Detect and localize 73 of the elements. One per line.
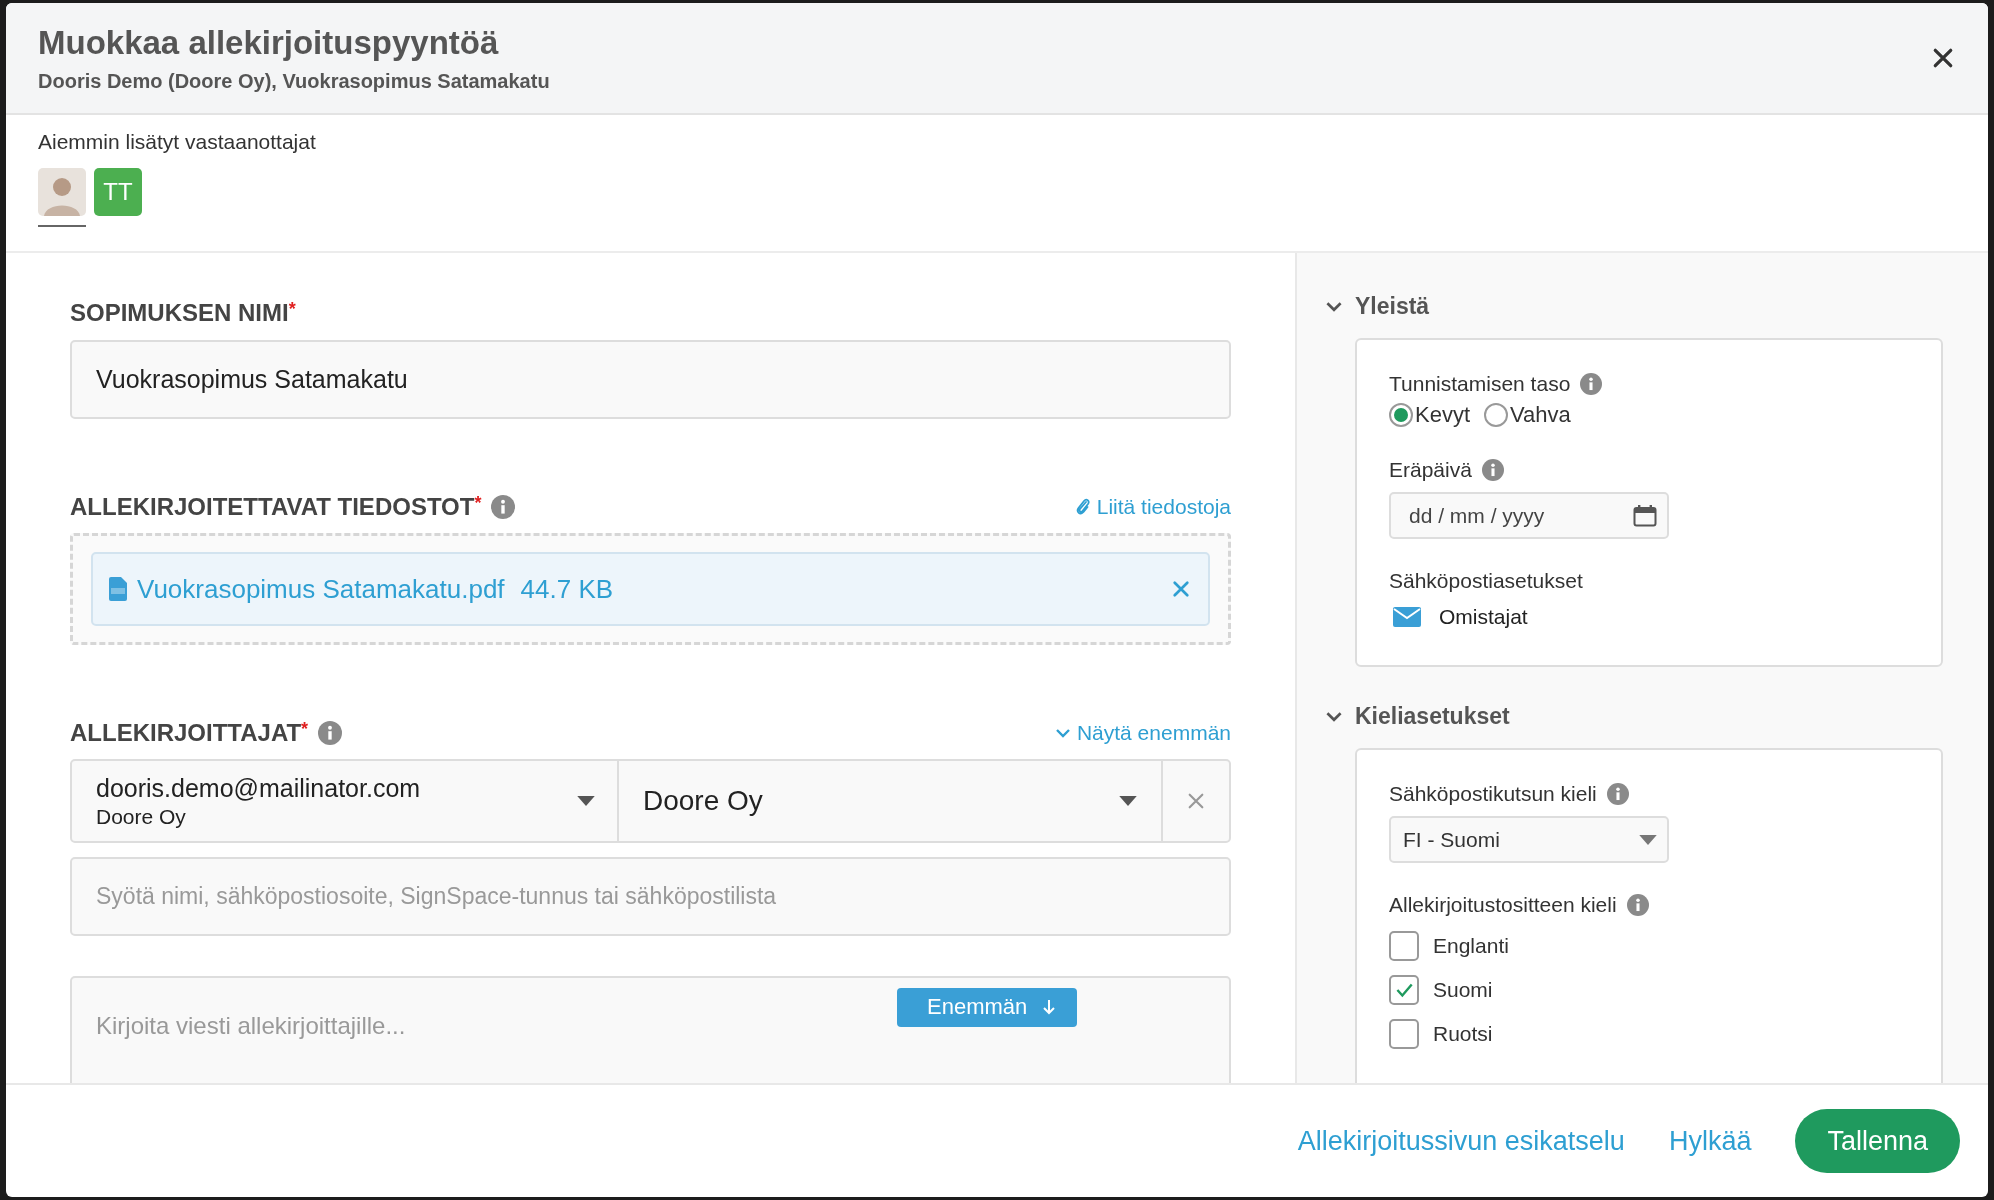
required-mark: * bbox=[288, 299, 296, 319]
checkbox[interactable] bbox=[1389, 1019, 1419, 1049]
dialog-subtitle: Dooris Demo (Doore Oy), Vuokrasopimus Satamakatu bbox=[38, 69, 550, 93]
required-mark: * bbox=[301, 719, 309, 739]
email-option: Omistajat bbox=[1439, 605, 1528, 629]
arrow-down-icon bbox=[1043, 999, 1056, 1015]
caret-icon bbox=[1119, 796, 1137, 806]
field-label: Eräpäivä bbox=[1389, 458, 1472, 482]
checkbox-label: Suomi bbox=[1433, 978, 1493, 1002]
info-icon[interactable] bbox=[491, 495, 516, 519]
show-more-link[interactable]: Näytä enemmän bbox=[1054, 721, 1231, 745]
file-name[interactable]: Vuokrasopimus Satamakatu.pdf bbox=[137, 573, 505, 605]
field-label: Sähköpostikutsun kieli bbox=[1389, 782, 1597, 806]
radio-button[interactable] bbox=[1389, 403, 1413, 427]
field-label: ALLEKIRJOITETTAVAT TIEDOSTOT bbox=[70, 493, 475, 521]
signer-select[interactable]: dooris.demo@mailinator.com Doore Oy bbox=[72, 761, 619, 841]
contract-name-field[interactable]: Vuokrasopimus Satamakatu bbox=[70, 340, 1231, 419]
remove-icon[interactable] bbox=[1172, 580, 1190, 598]
chevron-icon bbox=[1325, 301, 1343, 312]
caret-icon bbox=[1639, 834, 1657, 845]
field-label: Allekirjoitustositteen kieli bbox=[1389, 893, 1617, 917]
radio-option[interactable]: Vahva bbox=[1484, 402, 1571, 428]
file-drop-zone[interactable]: Vuokrasopimus Satamakatu.pdf 44.7 KB bbox=[70, 533, 1231, 645]
close-icon[interactable] bbox=[1932, 47, 1954, 69]
caret-icon bbox=[577, 796, 595, 806]
field-label: Sähköpostiasetukset bbox=[1389, 569, 1583, 593]
section-toggle[interactable]: Kieliasetukset bbox=[1325, 703, 1988, 730]
field-label: ALLEKIRJOITTAJAT bbox=[70, 719, 302, 747]
message-placeholder: Kirjoita viesti allekirjoittajille... bbox=[96, 1012, 406, 1040]
language-select[interactable]: FI - Suomi bbox=[1389, 816, 1669, 863]
section-toggle[interactable]: Yleistä bbox=[1325, 293, 1988, 320]
signer-email: dooris.demo@mailinator.com bbox=[96, 773, 421, 803]
envelope-icon[interactable] bbox=[1393, 607, 1421, 627]
file-size: 44.7 KB bbox=[520, 573, 614, 605]
company-value: Doore Oy bbox=[643, 785, 763, 817]
language-value: FI - Suomi bbox=[1403, 827, 1500, 852]
info-icon[interactable] bbox=[1580, 373, 1603, 395]
required-mark: * bbox=[474, 493, 482, 513]
radio-option[interactable]: Kevyt bbox=[1389, 402, 1471, 428]
signer-organization: Doore Oy bbox=[96, 804, 187, 829]
avatar-photo bbox=[38, 168, 86, 216]
info-icon[interactable] bbox=[1626, 894, 1649, 916]
save-button[interactable]: Tallenna bbox=[1795, 1109, 1960, 1173]
dialog-title: Muokkaa allekirjoituspyyntöä bbox=[38, 23, 500, 62]
message-field[interactable]: Kirjoita viesti allekirjoittajille... Enemmän bbox=[70, 976, 1231, 1083]
info-icon[interactable] bbox=[1606, 783, 1629, 805]
field-label: Tunnistamisen taso bbox=[1389, 372, 1571, 396]
signer-search-field[interactable]: Syötä nimi, sähköpostiosoite, SignSpace-tunnus tai sähköpostilista bbox=[70, 857, 1231, 936]
reject-link[interactable]: Hylkää bbox=[1668, 1125, 1752, 1157]
checkbox-label: Ruotsi bbox=[1433, 1022, 1493, 1046]
recipient-tab[interactable]: TT bbox=[94, 168, 142, 227]
avatar-initials: TT bbox=[94, 168, 142, 216]
company-select[interactable]: Doore Oy bbox=[619, 761, 1163, 841]
field-label: SOPIMUKSEN NIMI bbox=[70, 299, 289, 327]
paperclip-icon bbox=[1074, 497, 1091, 517]
date-placeholder: dd / mm / yyyy bbox=[1409, 503, 1545, 528]
close-icon bbox=[1187, 792, 1205, 810]
due-date-field[interactable]: dd / mm / yyyy bbox=[1389, 492, 1669, 539]
pdf-file-icon bbox=[109, 577, 127, 601]
radio-button[interactable] bbox=[1484, 403, 1509, 427]
checkbox-label: Englanti bbox=[1433, 934, 1509, 958]
info-icon[interactable] bbox=[318, 721, 343, 745]
chevron-down-icon bbox=[1054, 728, 1071, 738]
attach-files-link[interactable]: Liitä tiedostoja bbox=[1074, 495, 1231, 519]
checkbox[interactable] bbox=[1389, 931, 1419, 961]
info-icon[interactable] bbox=[1481, 459, 1504, 481]
preview-link[interactable]: Allekirjoitussivun esikatselu bbox=[1297, 1125, 1625, 1157]
chevron-icon bbox=[1325, 711, 1343, 722]
recipient-tab[interactable] bbox=[38, 168, 86, 227]
more-button[interactable]: Enemmän bbox=[897, 988, 1078, 1027]
recipients-label: Aiemmin lisätyt vastaanottajat bbox=[38, 130, 317, 154]
calendar-icon[interactable] bbox=[1633, 504, 1657, 527]
checkbox[interactable] bbox=[1389, 975, 1419, 1005]
